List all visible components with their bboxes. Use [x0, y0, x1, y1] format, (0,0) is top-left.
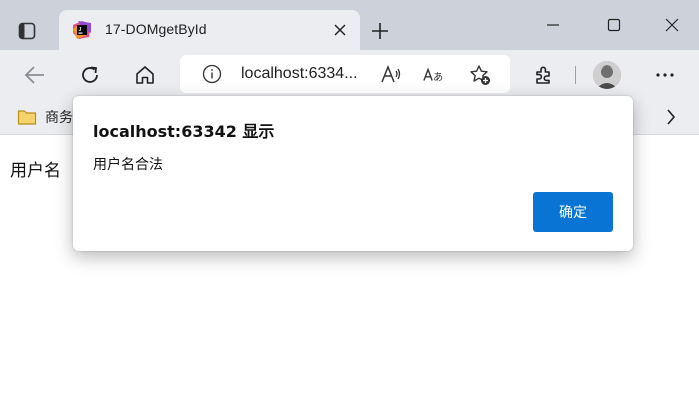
profile-avatar[interactable]	[593, 61, 621, 89]
window-close-button[interactable]	[660, 13, 684, 37]
folder-icon	[17, 110, 37, 125]
dialog-title: localhost:63342 显示	[93, 122, 275, 141]
favorites-folder-label: 商务	[45, 110, 73, 126]
more-dots-icon	[656, 73, 674, 77]
star-add-icon	[470, 65, 490, 85]
close-icon	[334, 24, 346, 36]
browser-window: J 17-DOMgetById localhost:6334... あ 商务 用…	[0, 0, 699, 414]
favorites-overflow-button[interactable]	[661, 107, 681, 127]
more-button[interactable]	[652, 62, 678, 88]
toolbar-separator	[575, 66, 576, 84]
refresh-icon	[82, 66, 98, 83]
new-tab-button[interactable]	[369, 20, 391, 42]
minimize-icon	[547, 24, 559, 26]
info-icon	[202, 64, 222, 84]
read-aloud-button[interactable]	[380, 64, 402, 86]
svg-text:あ: あ	[433, 72, 443, 84]
favorites-folder-business[interactable]: 商务	[17, 107, 73, 127]
alert-dialog: localhost:63342 显示 用户名合法 确定	[73, 96, 633, 251]
tab-close-button[interactable]	[330, 20, 350, 40]
read-aloud-icon	[381, 64, 401, 83]
back-arrow-icon	[24, 66, 44, 84]
tab-actions-button[interactable]	[14, 18, 40, 44]
chevron-right-icon	[667, 109, 676, 125]
address-bar[interactable]: localhost:6334... あ	[180, 55, 510, 93]
ok-button[interactable]: 确定	[533, 192, 613, 232]
username-label: 用户名	[10, 161, 61, 181]
translate-icon: あ	[423, 67, 443, 84]
tab-title: 17-DOMgetById	[105, 21, 207, 37]
translate-button[interactable]: あ	[423, 64, 445, 86]
maximize-button[interactable]	[602, 13, 626, 37]
dialog-message: 用户名合法	[93, 157, 163, 173]
url-text[interactable]: localhost:6334...	[241, 65, 358, 83]
avatar	[593, 61, 621, 89]
back-button[interactable]	[22, 62, 48, 88]
jetbrains-icon: J	[73, 21, 91, 39]
refresh-button[interactable]	[77, 62, 103, 88]
close-icon	[665, 18, 679, 32]
maximize-icon	[607, 18, 621, 32]
puzzle-icon	[536, 66, 550, 84]
add-favorite-button[interactable]	[469, 64, 491, 86]
home-icon	[136, 66, 154, 84]
minimize-button[interactable]	[541, 13, 565, 37]
tab-strip: J 17-DOMgetById	[0, 0, 699, 50]
tab-active[interactable]: J 17-DOMgetById	[59, 10, 360, 50]
tab-actions-icon	[18, 22, 36, 40]
navigation-toolbar: localhost:6334... あ	[0, 50, 699, 100]
svg-text:J: J	[79, 27, 82, 33]
plus-icon	[372, 23, 388, 39]
home-button[interactable]	[132, 62, 158, 88]
extensions-button[interactable]	[531, 62, 557, 88]
site-info-button[interactable]	[202, 64, 222, 84]
